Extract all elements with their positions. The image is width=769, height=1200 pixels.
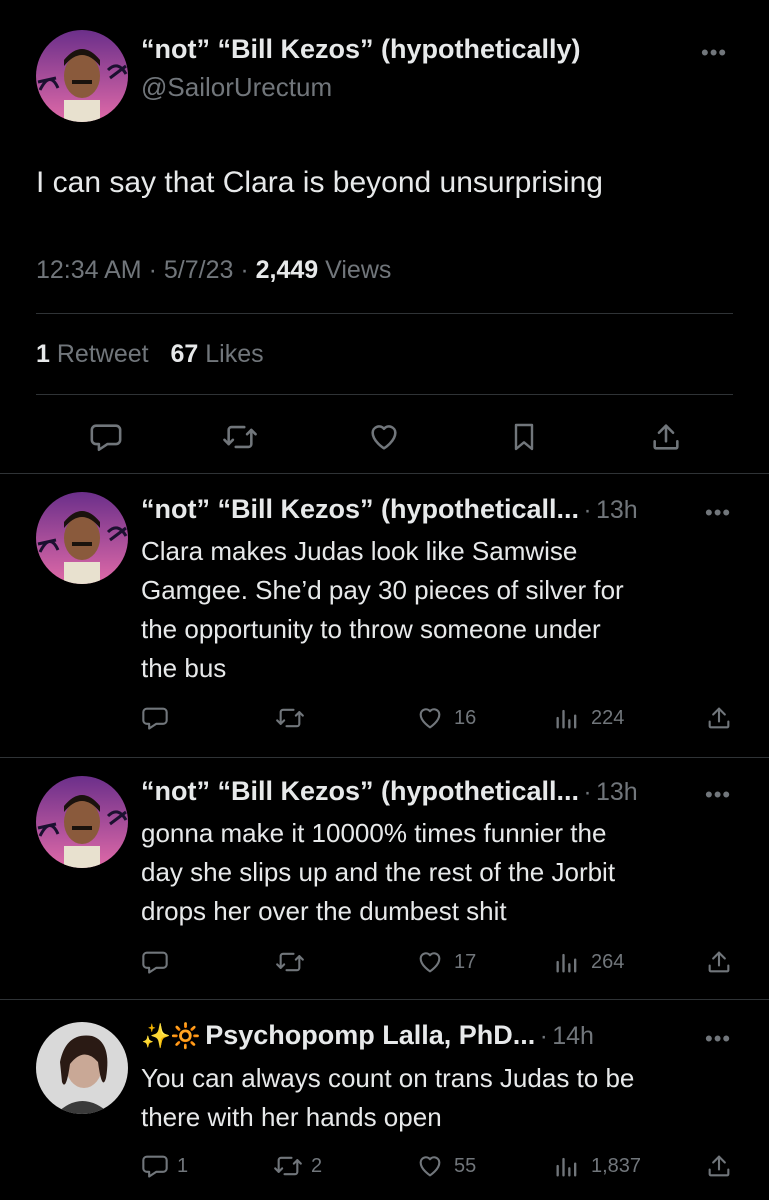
tweet-meta: 12:34 AM · 5/7/23 · 2,449 Views — [36, 256, 391, 285]
separator: · — [539, 1023, 548, 1050]
tweet-text: I can say that Clara is beyond unsurpris… — [36, 166, 603, 199]
retweet-icon[interactable] — [275, 704, 305, 732]
divider — [36, 394, 733, 395]
share-icon[interactable] — [705, 1152, 733, 1180]
views-count: 2,449 — [255, 256, 319, 284]
reply-icon[interactable] — [141, 1152, 169, 1180]
like-icon[interactable] — [366, 420, 402, 454]
reply-count: 1 — [177, 1155, 189, 1177]
like-count: 17 — [454, 951, 477, 973]
engagement-stats: 1 Retweet 67 Likes — [36, 340, 264, 369]
share-icon[interactable] — [649, 420, 683, 454]
reply-display-name[interactable]: Psychopomp Lalla, PhD... — [205, 1020, 535, 1050]
bookmark-icon[interactable] — [508, 420, 540, 454]
share-icon[interactable] — [705, 704, 733, 732]
reply-icon[interactable] — [141, 704, 169, 732]
more-options-icon[interactable]: ••• — [701, 40, 727, 66]
divider — [0, 473, 769, 474]
retweet-icon[interactable] — [273, 1152, 303, 1180]
reply-display-name[interactable]: “not” “Bill Kezos” (hypotheticall... — [141, 776, 579, 806]
retweets-count: 1 — [36, 340, 50, 368]
author-display-name[interactable]: “not” “Bill Kezos” (hypothetically) — [141, 34, 581, 65]
like-icon[interactable] — [415, 948, 445, 976]
divider — [0, 999, 769, 1000]
reply-avatar[interactable] — [36, 1022, 128, 1114]
separator: · — [240, 256, 249, 284]
reply-icon[interactable] — [141, 948, 169, 976]
views-count: 264 — [591, 951, 625, 973]
reply-header: ✨🔆 Psychopomp Lalla, PhD... · 14h — [141, 1020, 594, 1051]
reply-icon[interactable] — [89, 420, 123, 454]
reply-text-line: gonna make it 10000% times funnier the — [141, 818, 607, 848]
like-icon[interactable] — [415, 1152, 445, 1180]
more-options-icon[interactable]: ••• — [705, 500, 731, 526]
views-icon[interactable] — [553, 704, 581, 732]
views-count: 1,837 — [591, 1155, 642, 1177]
like-count: 16 — [454, 707, 477, 729]
reply-text-line: day she slips up and the rest of the Jor… — [141, 857, 616, 887]
like-count: 55 — [454, 1155, 477, 1177]
likes-stat[interactable]: 67 Likes — [170, 340, 263, 368]
views-count: 224 — [591, 707, 625, 729]
author-handle[interactable]: @SailorUrectum — [141, 72, 332, 103]
reply-display-name[interactable]: “not” “Bill Kezos” (hypotheticall... — [141, 494, 579, 524]
like-icon[interactable] — [415, 704, 445, 732]
sparkle-emoji-icon: ✨🔆 — [141, 1023, 201, 1050]
reply-text: gonna make it 10000% times funnier the d… — [141, 814, 615, 931]
reply-text-line: the bus — [141, 653, 227, 683]
tweet-time[interactable]: 12:34 AM — [36, 256, 142, 284]
reply-header: “not” “Bill Kezos” (hypotheticall... · 1… — [141, 776, 638, 807]
retweets-label: Retweet — [56, 340, 149, 368]
separator: · — [148, 256, 157, 284]
reply-avatar[interactable] — [36, 776, 128, 868]
retweets-stat[interactable]: 1 Retweet — [36, 340, 156, 368]
likes-label: Likes — [205, 340, 264, 368]
reply-text-line: drops her over the dumbest shit — [141, 896, 507, 926]
reply-time[interactable]: 13h — [596, 496, 638, 524]
reply-avatar[interactable] — [36, 492, 128, 584]
retweet-icon[interactable] — [275, 948, 305, 976]
reply-text: You can always count on trans Judas to b… — [141, 1059, 634, 1137]
retweet-icon[interactable] — [222, 420, 258, 454]
reply-text-line: the opportunity to throw someone under — [141, 614, 601, 644]
reply-text: Clara makes Judas look like Samwise Gamg… — [141, 532, 624, 688]
views-icon[interactable] — [553, 1152, 581, 1180]
reply-text-line: Clara makes Judas look like Samwise — [141, 536, 578, 566]
more-options-icon[interactable]: ••• — [705, 1026, 731, 1052]
tweet-date[interactable]: 5/7/23 — [164, 256, 234, 284]
separator: · — [583, 497, 592, 524]
separator: · — [583, 779, 592, 806]
author-avatar[interactable] — [36, 30, 128, 122]
divider — [36, 313, 733, 314]
share-icon[interactable] — [705, 948, 733, 976]
reply-header: “not” “Bill Kezos” (hypotheticall... · 1… — [141, 494, 638, 525]
reply-text-line: You can always count on trans Judas to b… — [141, 1063, 635, 1093]
reply-text-line: there with her hands open — [141, 1102, 442, 1132]
likes-count: 67 — [170, 340, 199, 368]
retweet-count: 2 — [311, 1155, 323, 1177]
divider — [0, 757, 769, 758]
views-label: Views — [325, 256, 392, 284]
reply-time[interactable]: 14h — [552, 1022, 594, 1050]
more-options-icon[interactable]: ••• — [705, 782, 731, 808]
reply-time[interactable]: 13h — [596, 778, 638, 806]
views-icon[interactable] — [553, 948, 581, 976]
reply-text-line: Gamgee. She’d pay 30 pieces of silver fo… — [141, 575, 624, 605]
